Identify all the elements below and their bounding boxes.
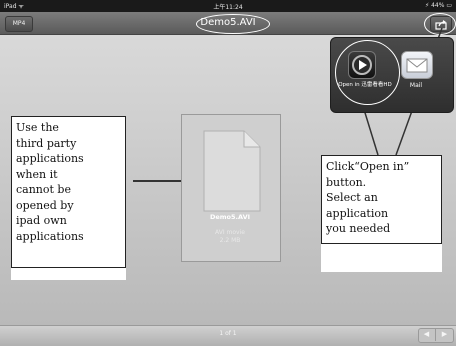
play-icon: [352, 55, 372, 75]
page-indicator: 1 of 1: [219, 330, 237, 337]
mail-label[interactable]: Mail: [396, 82, 436, 89]
next-page-button[interactable]: ▶: [435, 328, 453, 341]
open-in-app-label[interactable]: Open in 迅雷看看HD: [336, 82, 394, 89]
previous-page-button[interactable]: ◀: [418, 328, 435, 341]
envelope-icon: [406, 58, 428, 73]
mail-icon[interactable]: [401, 51, 433, 79]
thunder-player-app-icon[interactable]: [348, 51, 376, 79]
